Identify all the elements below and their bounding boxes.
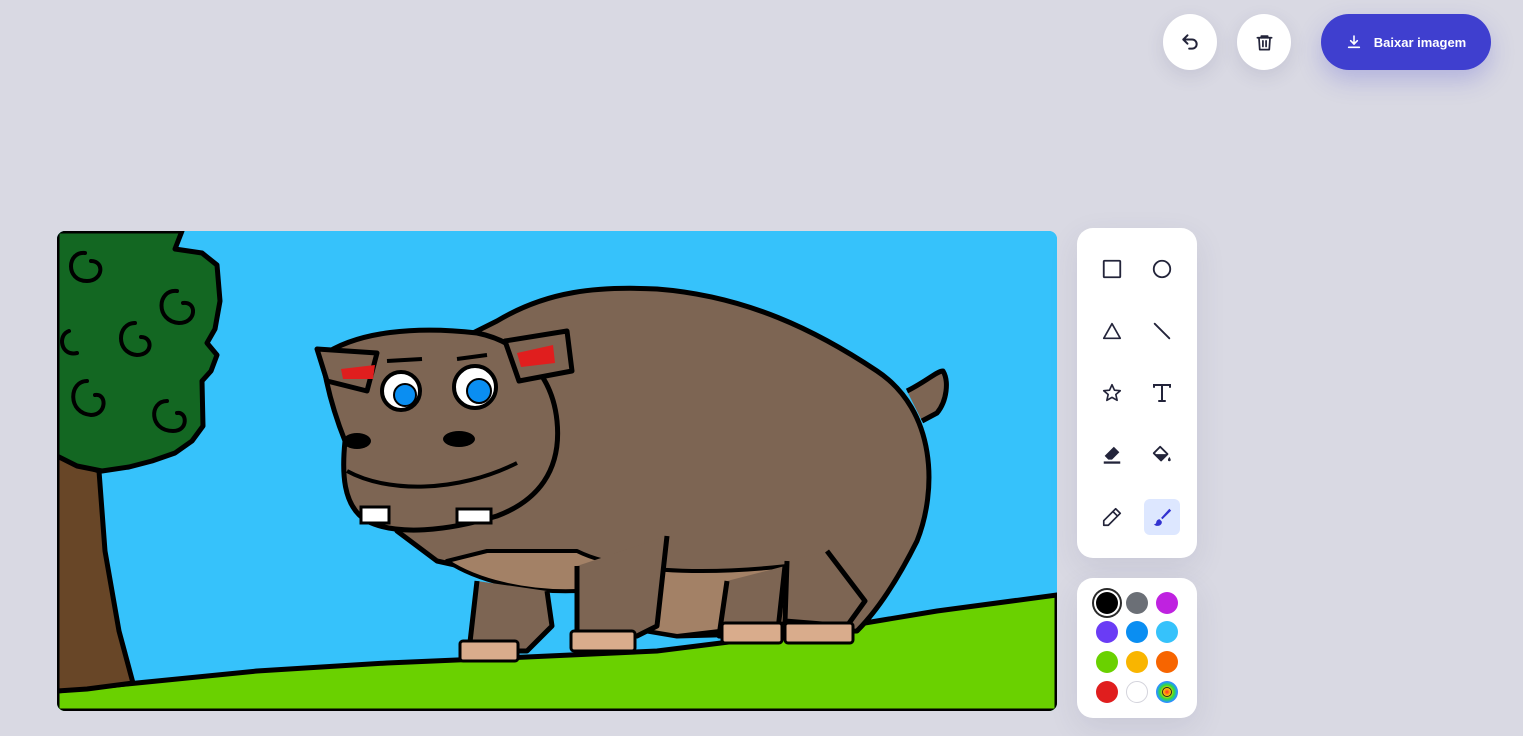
download-image-button[interactable]: Baixar imagem xyxy=(1321,14,1491,70)
color-swatch[interactable] xyxy=(1126,621,1148,643)
drawing-canvas[interactable] xyxy=(57,231,1057,711)
download-label: Baixar imagem xyxy=(1373,34,1467,50)
color-swatch[interactable] xyxy=(1156,651,1178,673)
color-swatch[interactable] xyxy=(1126,651,1148,673)
color-swatch[interactable] xyxy=(1096,651,1118,673)
color-swatch[interactable] xyxy=(1126,592,1148,614)
color-swatch[interactable] xyxy=(1126,681,1148,703)
brush-tool[interactable] xyxy=(1144,499,1180,535)
drawing xyxy=(57,231,1057,711)
text-icon xyxy=(1153,384,1171,402)
eraser-tool[interactable] xyxy=(1094,437,1130,473)
triangle-tool[interactable] xyxy=(1094,313,1130,349)
triangle-icon xyxy=(1102,322,1122,340)
fill-tool[interactable] xyxy=(1144,437,1180,473)
color-swatch[interactable] xyxy=(1156,592,1178,614)
pencil-tool[interactable] xyxy=(1094,499,1130,535)
color-swatch[interactable] xyxy=(1096,592,1118,614)
line-icon xyxy=(1153,322,1171,340)
pencil-icon xyxy=(1102,507,1122,527)
color-swatch[interactable] xyxy=(1096,681,1118,703)
line-tool[interactable] xyxy=(1144,313,1180,349)
color-palette xyxy=(1077,578,1197,718)
color-picker-swatch[interactable] xyxy=(1156,681,1178,703)
undo-icon xyxy=(1182,34,1198,50)
brush-icon xyxy=(1153,508,1172,526)
undo-button[interactable] xyxy=(1163,14,1217,70)
color-swatch[interactable] xyxy=(1096,621,1118,643)
download-icon xyxy=(1347,35,1360,49)
circle-icon xyxy=(1152,259,1172,279)
star-icon xyxy=(1102,383,1122,402)
clear-canvas-button[interactable] xyxy=(1237,14,1291,70)
trash-icon xyxy=(1256,34,1272,50)
circle-tool[interactable] xyxy=(1144,251,1180,287)
text-tool[interactable] xyxy=(1144,375,1180,411)
square-icon xyxy=(1102,259,1122,279)
color-swatch[interactable] xyxy=(1156,621,1178,643)
rectangle-tool[interactable] xyxy=(1094,251,1130,287)
paint-bucket-icon xyxy=(1152,445,1171,462)
eraser-icon xyxy=(1103,446,1121,464)
tools-panel xyxy=(1077,228,1197,558)
star-tool[interactable] xyxy=(1094,375,1130,411)
